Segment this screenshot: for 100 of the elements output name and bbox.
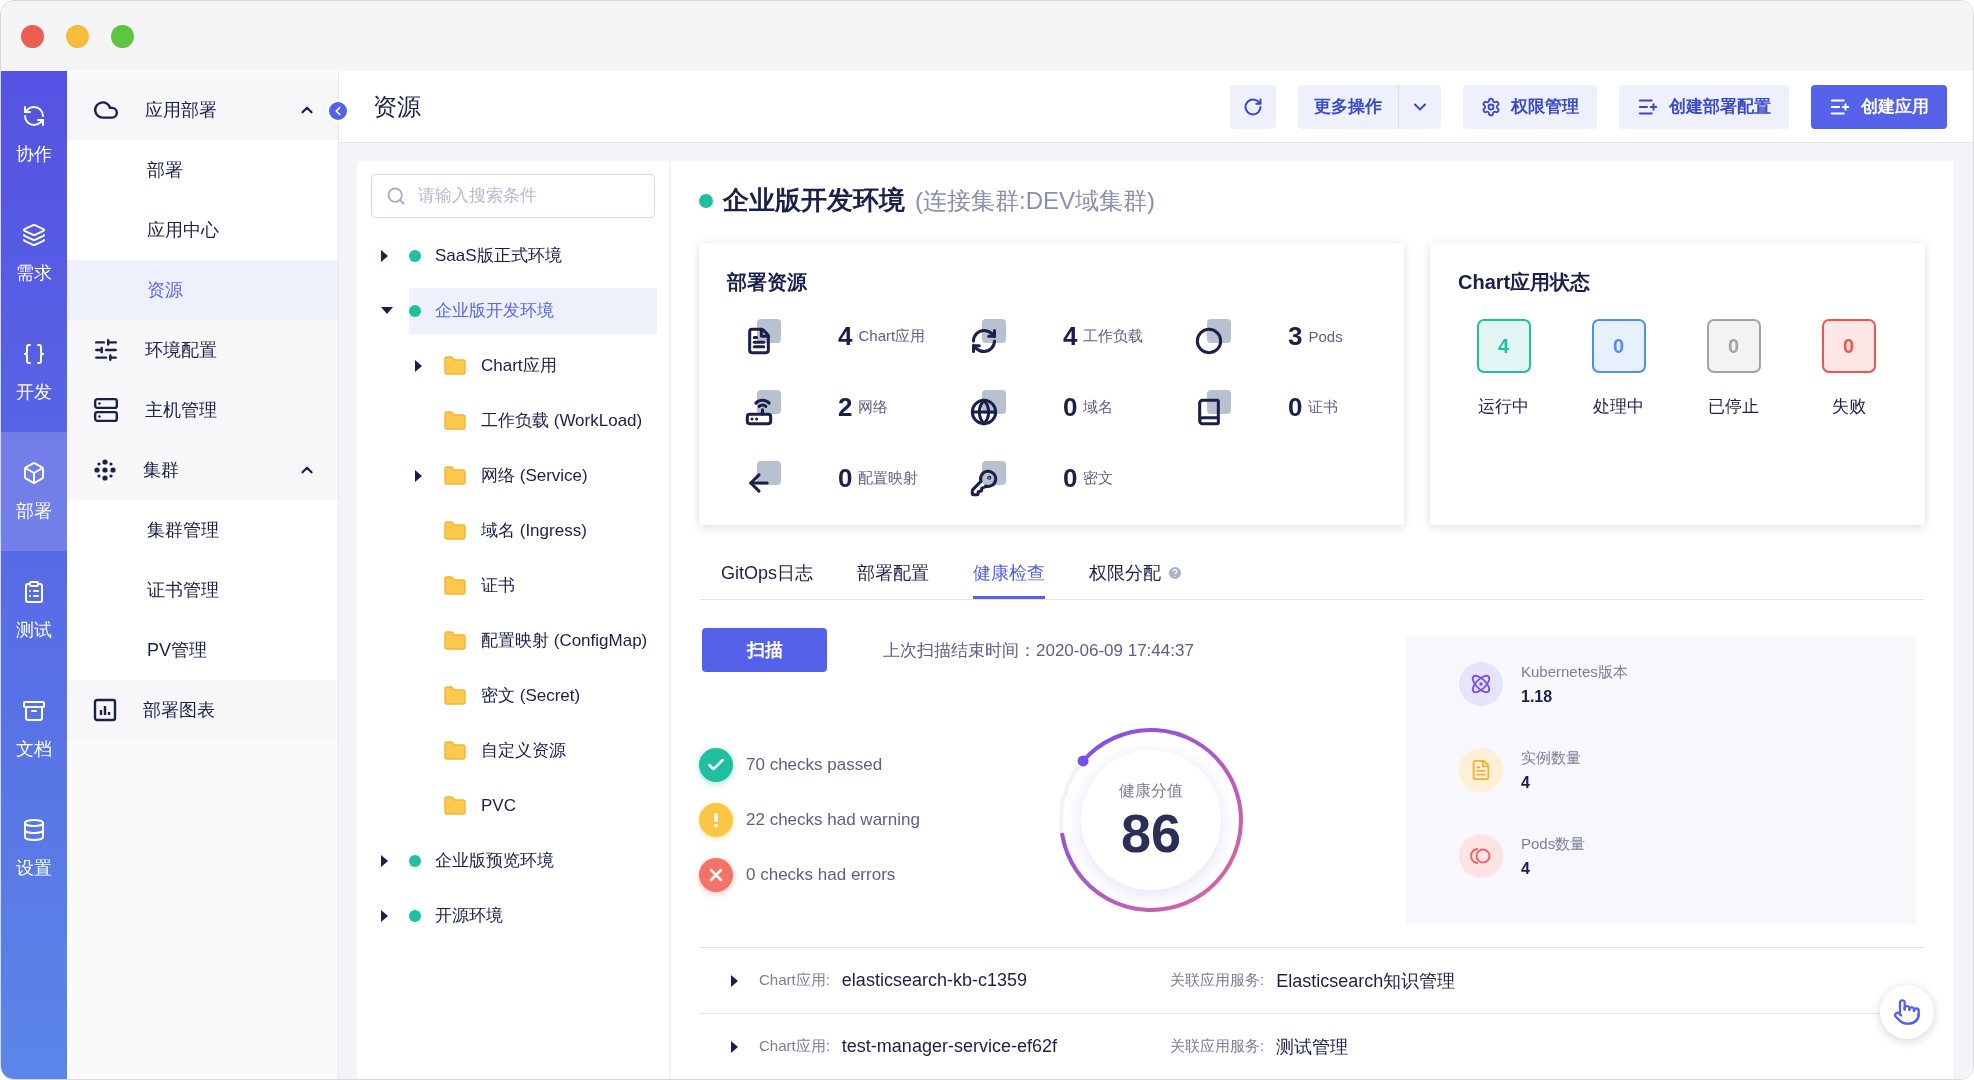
tab[interactable]: GitOps日志 xyxy=(721,546,813,599)
resource-item[interactable]: Chart应用 xyxy=(443,342,657,389)
rail-item[interactable]: 测试 xyxy=(1,551,67,670)
globe-icon xyxy=(970,389,1006,426)
status-count: 0 xyxy=(1591,319,1646,373)
create-config-button[interactable]: 创建部署配置 xyxy=(1619,84,1789,129)
environment-item[interactable]: 开源环境 xyxy=(409,892,657,939)
sidebar-label: 环境配置 xyxy=(145,339,218,362)
sidebar-label: 集群 xyxy=(143,459,180,482)
stat-label: 实例数量 xyxy=(1521,748,1581,768)
resource-item[interactable]: 网络 (Service) xyxy=(443,452,657,499)
chart-name: test-manager-service-ef62f xyxy=(841,1036,1057,1057)
field-label: 关联应用服务: xyxy=(1170,1037,1265,1056)
caret-icon[interactable] xyxy=(381,307,393,314)
resource-count: 0 xyxy=(838,463,853,494)
rail-label: 文档 xyxy=(16,737,52,761)
caret-icon[interactable] xyxy=(381,909,388,922)
page-title: 资源 xyxy=(373,91,422,122)
close-window-button[interactable] xyxy=(21,24,44,48)
refresh-icon xyxy=(1243,96,1263,117)
sync-icon xyxy=(970,318,1006,355)
rail-item[interactable]: 文档 xyxy=(1,670,67,789)
resource-count: 4 xyxy=(1063,321,1078,352)
field-label: 关联应用服务: xyxy=(1170,971,1265,990)
ring-icon xyxy=(1195,318,1231,355)
scan-button[interactable]: 扫描 xyxy=(702,628,827,672)
refresh-button[interactable] xyxy=(1230,84,1276,129)
status-label: 已停止 xyxy=(1708,396,1759,418)
rail-item[interactable]: 需求 xyxy=(1,194,67,313)
caret-icon[interactable] xyxy=(731,1040,738,1053)
tab[interactable]: 部署配置 xyxy=(857,546,929,599)
caret-icon[interactable] xyxy=(381,854,388,867)
resource-count: 2 xyxy=(838,392,853,423)
rail-label: 需求 xyxy=(16,261,52,285)
document-icon xyxy=(745,318,781,355)
stat-label: Kubernetes版本 xyxy=(1521,662,1628,682)
sidebar-label: 应用部署 xyxy=(145,99,218,122)
resource-label: 配置映射 xyxy=(858,469,919,488)
service-name: Elasticsearch知识管理 xyxy=(1276,969,1456,993)
caret-icon[interactable] xyxy=(731,974,738,987)
rail-label: 测试 xyxy=(16,618,52,642)
sidebar-subitem[interactable]: 应用中心 xyxy=(67,200,338,260)
service-name: 测试管理 xyxy=(1276,1035,1349,1059)
sidebar-subitem[interactable]: 集群管理 xyxy=(67,500,338,560)
resource-item[interactable]: 自定义资源 xyxy=(443,727,657,774)
status-label: 失败 xyxy=(1831,396,1866,418)
create-app-button[interactable]: 创建应用 xyxy=(1811,84,1947,129)
rail-item[interactable]: 部署 xyxy=(1,432,67,551)
tab[interactable]: 健康检查 xyxy=(973,546,1045,599)
last-scan-time: 上次扫描结束时间：2020-06-09 17:44:37 xyxy=(883,639,1194,662)
resource-item[interactable]: 密文 (Secret) xyxy=(443,672,657,719)
rail-item[interactable]: 设置 xyxy=(1,789,67,908)
cluster-name: (连接集群:DEV域集群) xyxy=(915,185,1155,216)
resource-count: 4 xyxy=(838,321,853,352)
caret-icon[interactable] xyxy=(381,249,388,262)
stat-value: 4 xyxy=(1521,859,1531,878)
sidebar-subitem[interactable]: PV管理 xyxy=(67,620,338,680)
caret-icon[interactable] xyxy=(415,469,422,482)
status-label: 运行中 xyxy=(1478,396,1529,418)
more-actions-button[interactable]: 更多操作 xyxy=(1298,84,1399,129)
book-icon xyxy=(1195,389,1231,426)
server-icon xyxy=(93,397,119,423)
environment-name: 企业版开发环境 xyxy=(723,184,905,217)
environment-item[interactable]: 企业版预览环境 xyxy=(409,837,657,884)
resource-item[interactable]: PVC xyxy=(443,782,657,829)
rail-item[interactable]: 协作 xyxy=(1,75,67,194)
stat-value: 1.18 xyxy=(1521,687,1554,706)
resource-count: 0 xyxy=(1063,392,1078,423)
card-title: Chart应用状态 xyxy=(1457,270,1592,295)
search-field[interactable]: 请输入搜索条件 xyxy=(371,174,655,218)
folder-icon xyxy=(443,738,467,763)
status-dot xyxy=(409,249,421,262)
resource-label: 网络 xyxy=(858,398,889,417)
rings-icon xyxy=(1459,834,1503,878)
tab[interactable]: 权限分配 xyxy=(1089,546,1183,599)
environment-item[interactable]: SaaS版正式环境 xyxy=(409,232,657,279)
resource-item[interactable]: 域名 (Ingress) xyxy=(443,507,657,554)
dots-icon xyxy=(93,458,117,482)
rail-label: 开发 xyxy=(16,380,52,404)
sidebar-subitem[interactable]: 资源 xyxy=(67,260,338,320)
chart-name: elasticsearch-kb-c1359 xyxy=(841,970,1027,991)
resource-count: 0 xyxy=(1288,392,1303,423)
caret-icon[interactable] xyxy=(415,359,422,372)
resource-item[interactable]: 工作负载 (WorkLoad) xyxy=(443,397,657,444)
resource-item[interactable]: 配置映射 (ConfigMap) xyxy=(443,617,657,664)
permissions-button[interactable]: 权限管理 xyxy=(1463,84,1597,129)
resource-count: 3 xyxy=(1288,321,1303,352)
sidebar-subitem[interactable]: 证书管理 xyxy=(67,560,338,620)
environment-item[interactable]: 企业版开发环境 xyxy=(409,287,657,334)
folder-icon xyxy=(443,518,467,543)
status-count: 4 xyxy=(1476,319,1531,373)
folder-icon xyxy=(443,353,467,378)
key-icon xyxy=(970,460,1006,497)
resource-item[interactable]: 证书 xyxy=(443,562,657,609)
rail-item[interactable]: 开发 xyxy=(1,313,67,432)
sidebar-subitem[interactable]: 部署 xyxy=(67,140,338,200)
status-label: 处理中 xyxy=(1593,396,1644,418)
layers-icon xyxy=(22,222,46,247)
status-dot xyxy=(409,304,421,317)
check-result: 22 checks had warning xyxy=(746,810,920,830)
